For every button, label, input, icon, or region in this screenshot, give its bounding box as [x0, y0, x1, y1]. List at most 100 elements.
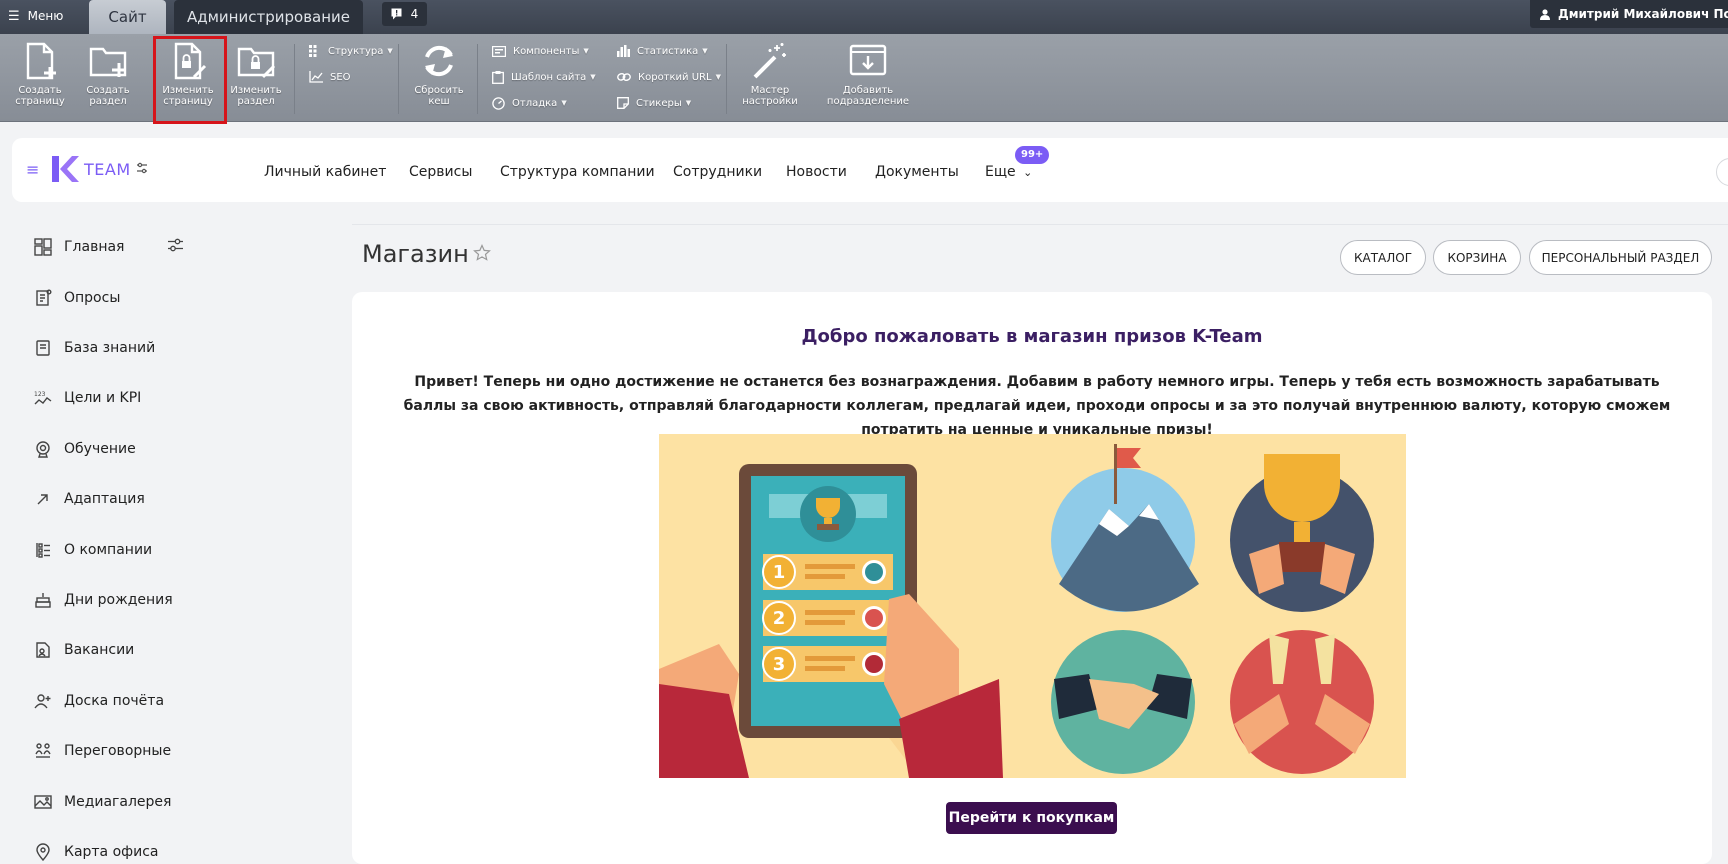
go-shopping-button[interactable]: Перейти к покупкам	[946, 802, 1117, 834]
sidebar-item-surveys[interactable]: Опросы	[34, 286, 120, 310]
logo-k-icon	[52, 156, 79, 182]
sidebar-item-meeting-rooms[interactable]: Переговорные	[34, 739, 171, 763]
add-subdivision-label: Добавить подразделение	[826, 85, 910, 107]
refresh-icon	[425, 45, 453, 77]
menu-icon: ☰	[8, 8, 20, 24]
settings-wizard-button[interactable]: Мастер настройки	[735, 41, 805, 107]
admin-menu-button[interactable]: ☰ Меню	[8, 5, 63, 27]
sidebar-item-label: О компании	[64, 542, 153, 558]
edit-section-button[interactable]: Изменить раздел	[221, 41, 291, 107]
toolbar-divider	[398, 44, 399, 114]
sliders-icon[interactable]	[136, 162, 148, 174]
svg-text:123: 123	[34, 391, 46, 398]
edit-section-label: Изменить раздел	[230, 85, 282, 107]
nav-more-label: Еще	[985, 164, 1016, 180]
admin-top-bar: ☰ Меню Сайт Администрирование 4 Дмитрий …	[0, 0, 1728, 34]
create-page-label: Создать страницу	[15, 85, 65, 107]
create-section-label: Создать раздел	[86, 85, 130, 107]
toolbar-divider	[294, 44, 295, 114]
tab-site[interactable]: Сайт	[89, 0, 166, 34]
dropdown-arrow-icon: ▼	[583, 47, 589, 55]
dropdown-arrow-icon: ▼	[685, 99, 692, 107]
nav-services[interactable]: Сервисы	[409, 164, 472, 180]
svg-text:3: 3	[773, 654, 786, 675]
favorite-star-icon[interactable]	[473, 244, 491, 262]
sidebar-item-adaptation[interactable]: Адаптация	[34, 487, 145, 511]
sidebar-item-label: Переговорные	[64, 743, 172, 759]
content-card: Добро пожаловать в магазин призов K-Team…	[352, 292, 1712, 864]
cart-button[interactable]: КОРЗИНА	[1433, 240, 1521, 275]
statistics-label: Статистика	[637, 45, 699, 57]
sidebar-item-knowledge-base[interactable]: База знаний	[34, 336, 155, 360]
short-url-label: Короткий URL	[638, 71, 712, 83]
sidebar-item-label: Обучение	[64, 441, 136, 457]
components-menu[interactable]: Компоненты ▼	[492, 42, 589, 60]
arrow-up-right-icon	[37, 494, 48, 505]
hamburger-icon[interactable]: ≡	[26, 160, 39, 179]
nav-news[interactable]: Новости	[786, 164, 847, 180]
folder-edit-icon	[237, 47, 276, 79]
nav-more[interactable]: Еще ⌄	[985, 164, 1032, 180]
page-title: Магазин	[362, 240, 469, 268]
bar-chart-icon	[617, 45, 630, 57]
admin-toolbar: Создать страницу Создать раздел Изменить…	[0, 34, 1728, 122]
edit-page-button[interactable]: Изменить страницу	[153, 41, 223, 107]
sidebar-item-label: Карта офиса	[64, 844, 159, 860]
survey-icon	[36, 289, 52, 306]
sidebar-item-learning[interactable]: Обучение	[34, 437, 136, 461]
nav-personal-account[interactable]: Личный кабинет	[264, 164, 386, 180]
catalog-button[interactable]: КАТАЛОГ	[1340, 240, 1426, 275]
tab-administration[interactable]: Администрирование	[174, 0, 363, 34]
chevron-down-icon: ⌄	[1023, 166, 1033, 179]
reset-cache-button[interactable]: Сбросить кеш	[404, 41, 474, 107]
dropdown-arrow-icon: ▼	[590, 73, 596, 81]
page-edit-icon	[174, 42, 207, 80]
sidebar-item-birthdays[interactable]: Дни рождения	[34, 588, 173, 612]
notification-icon	[391, 8, 402, 20]
clipboard-icon	[492, 70, 504, 84]
sidebar-item-label: Вакансии	[64, 642, 135, 658]
nav-documents[interactable]: Документы	[875, 164, 959, 180]
notifications-button[interactable]: 4	[382, 2, 427, 26]
dropdown-arrow-icon: ▼	[715, 73, 721, 81]
debug-label: Отладка	[512, 97, 558, 109]
personal-section-button[interactable]: ПЕРСОНАЛЬНЫЙ РАЗДЕЛ	[1529, 240, 1712, 275]
create-page-button[interactable]: Создать страницу	[5, 41, 75, 107]
seo-menu[interactable]: SEO	[309, 68, 351, 86]
logo-text[interactable]: TEAM	[84, 160, 131, 179]
search-button[interactable]	[1716, 158, 1728, 186]
dropdown-arrow-icon: ▼	[702, 47, 708, 55]
user-add-icon	[34, 694, 51, 709]
sidebar-item-media-gallery[interactable]: Медиагалерея	[34, 790, 171, 814]
notifications-count: 4	[410, 7, 419, 21]
sidebar-item-goals-kpi[interactable]: 123 Цели и KPI	[34, 386, 141, 410]
sidebar-item-office-map[interactable]: Карта офиса	[34, 840, 159, 864]
meeting-icon	[35, 743, 51, 758]
sidebar-item-home[interactable]: Главная	[34, 235, 124, 259]
structure-icon	[309, 45, 317, 57]
edit-page-label: Изменить страницу	[162, 85, 214, 107]
folder-add-icon	[89, 47, 127, 77]
create-section-button[interactable]: Создать раздел	[73, 41, 143, 107]
dropdown-arrow-icon: ▼	[387, 47, 393, 55]
sticker-icon	[617, 97, 629, 109]
sidebar-item-label: Дни рождения	[64, 592, 173, 608]
nav-employees[interactable]: Сотрудники	[673, 164, 762, 180]
user-menu[interactable]: Дмитрий Михайлович Покровский	[1530, 0, 1728, 28]
statistics-menu[interactable]: Статистика ▼	[617, 42, 708, 60]
sidebar-settings-icon[interactable]	[168, 238, 183, 252]
settings-wizard-label: Мастер настройки	[742, 85, 798, 107]
add-subdivision-button[interactable]: Добавить подразделение	[822, 41, 914, 107]
site-template-label: Шаблон сайта	[511, 71, 587, 83]
sidebar-item-about-company[interactable]: О компании	[34, 538, 152, 562]
magic-wand-icon	[753, 43, 786, 79]
site-template-menu[interactable]: Шаблон сайта ▼	[492, 68, 596, 86]
gallery-icon	[34, 795, 52, 809]
short-url-menu[interactable]: Короткий URL ▼	[617, 68, 721, 86]
sidebar-item-honor-board[interactable]: Доска почёта	[34, 689, 164, 713]
structure-menu[interactable]: Структура ▼	[309, 42, 393, 60]
nav-company-structure[interactable]: Структура компании	[500, 164, 655, 180]
sidebar-item-vacancies[interactable]: Вакансии	[34, 638, 134, 662]
stickers-menu[interactable]: Стикеры ▼	[617, 94, 691, 112]
debug-menu[interactable]: Отладка ▼	[492, 94, 567, 112]
